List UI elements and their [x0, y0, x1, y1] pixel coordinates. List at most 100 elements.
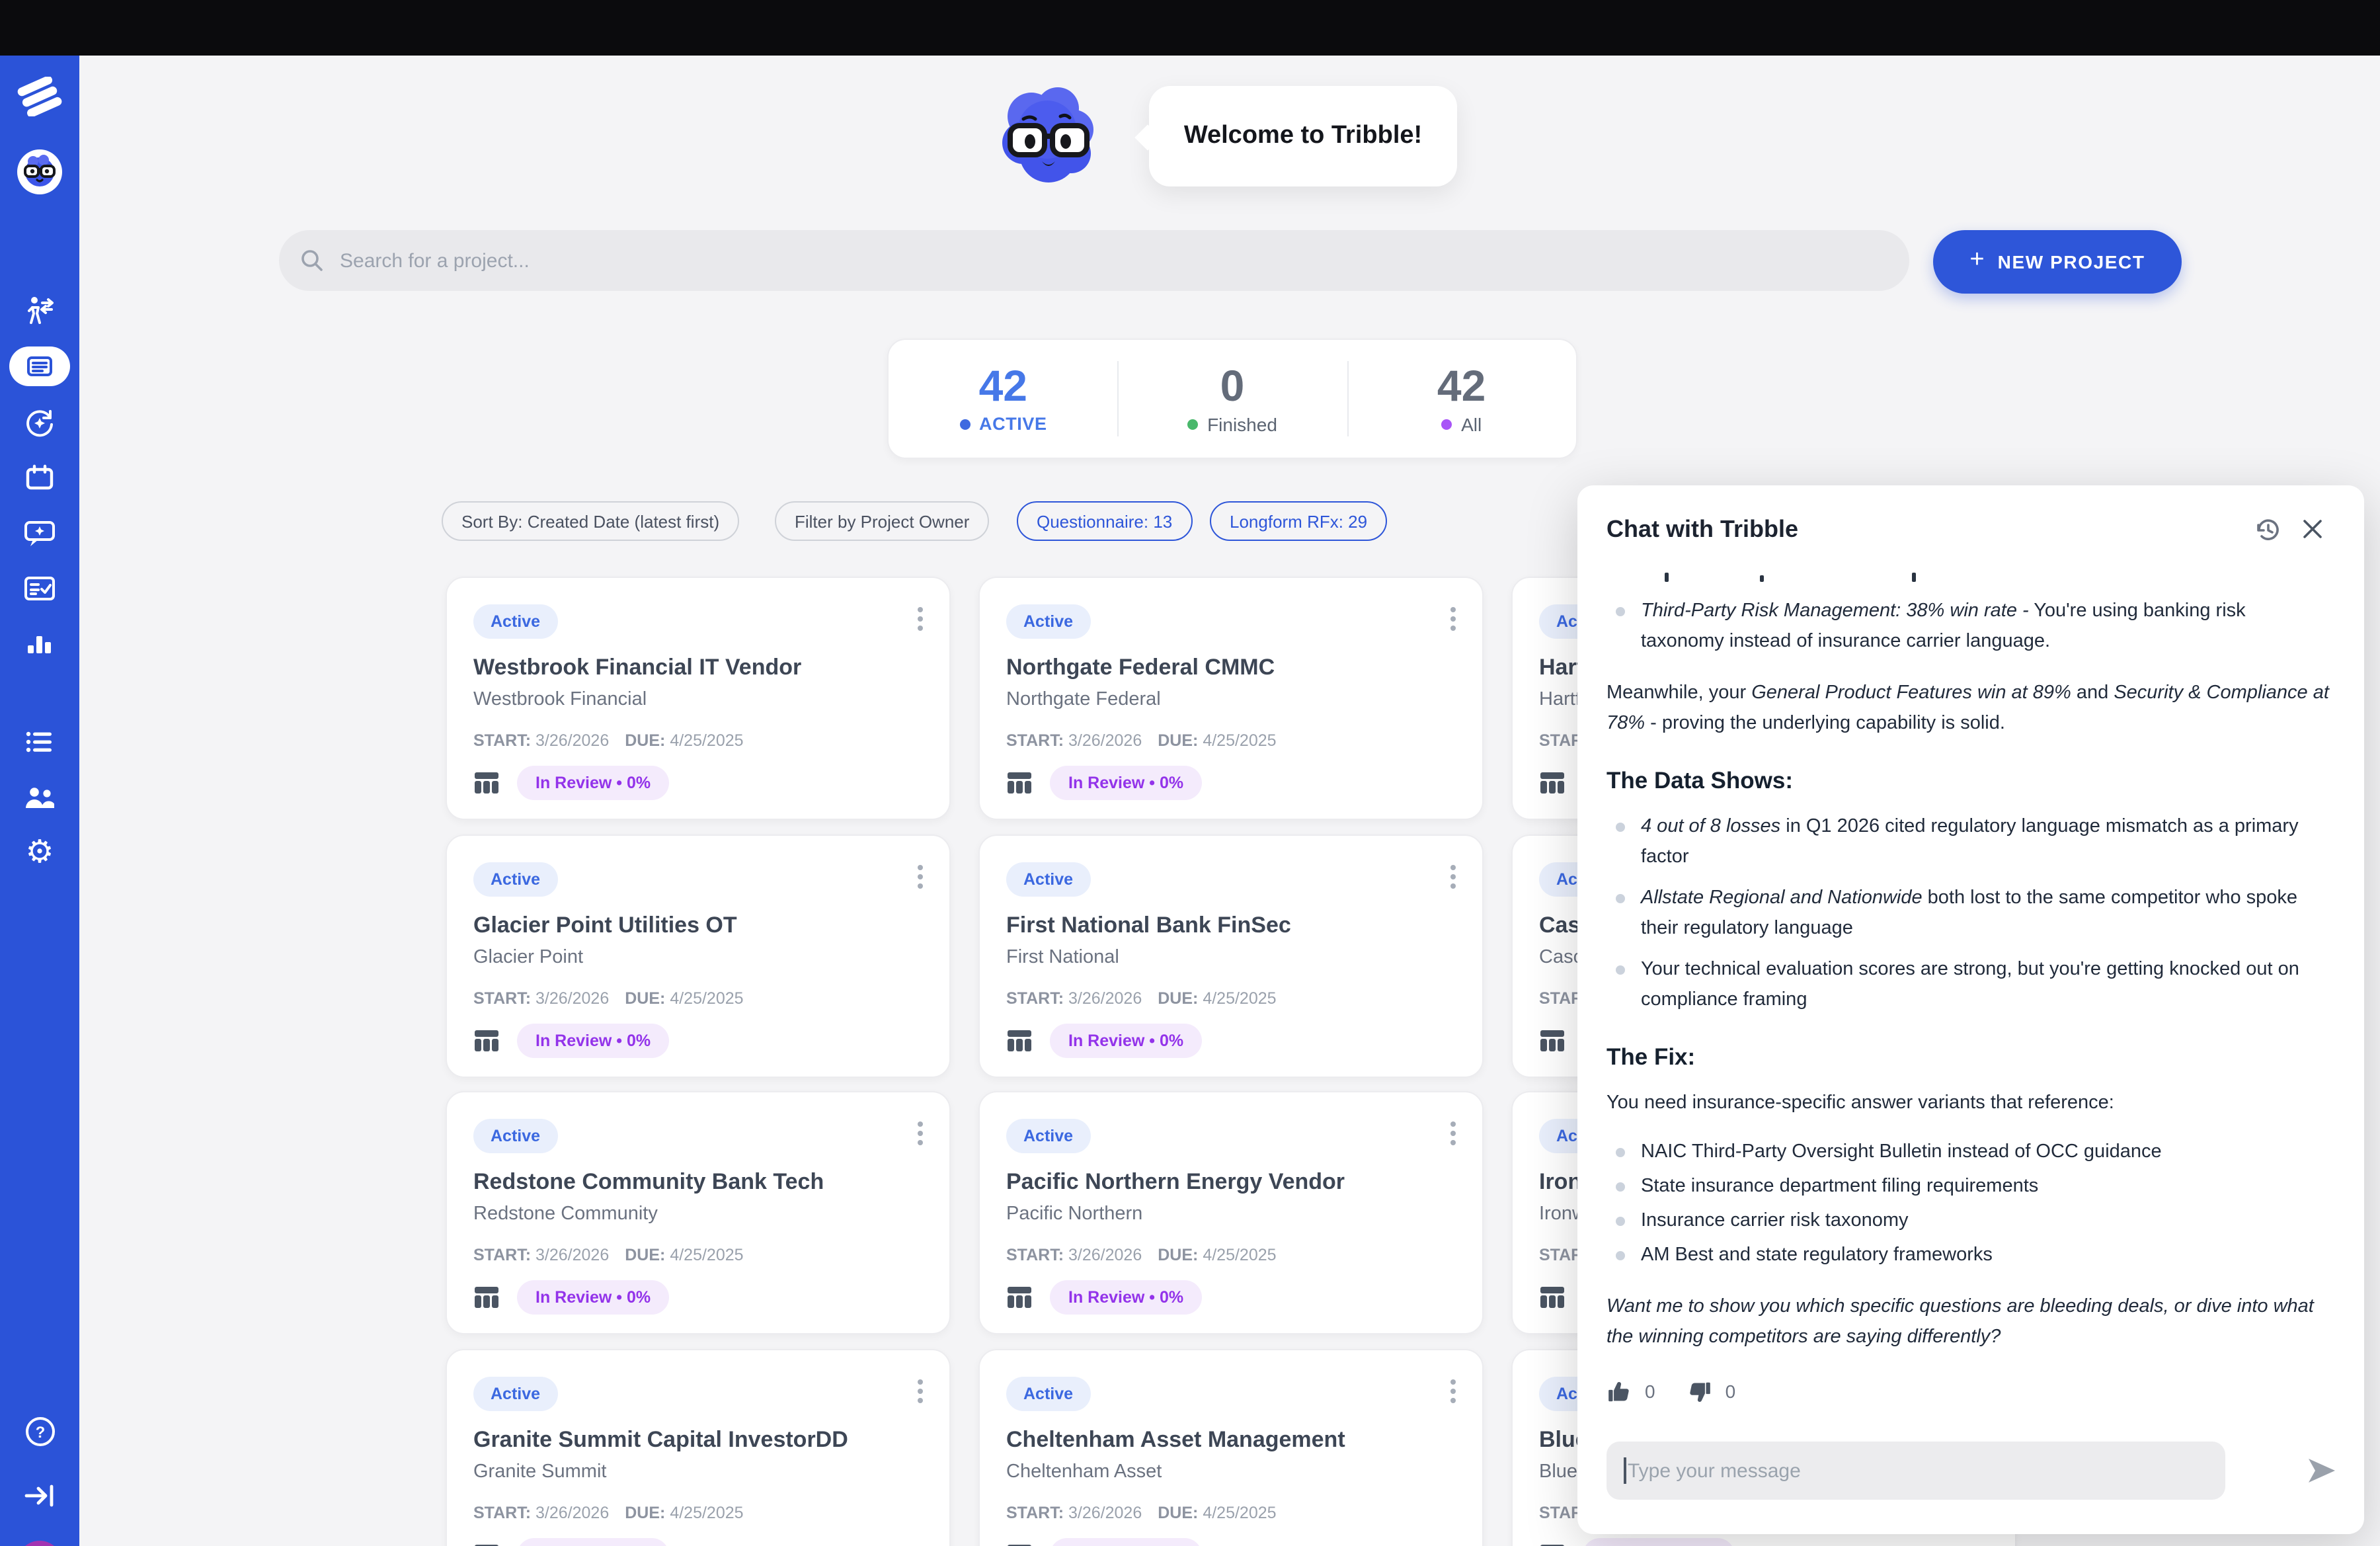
project-card[interactable]: Active Pacific Northern Energy Vendor Pa…	[978, 1091, 1484, 1334]
tribble-logo-icon[interactable]	[0, 73, 79, 120]
project-title[interactable]: First National Bank FinSec	[1006, 913, 1291, 939]
list-item: Third-Party Risk Management: 38% win rat…	[1606, 596, 2330, 657]
project-card[interactable]: Active Cheltenham Asset Management Chelt…	[978, 1349, 1484, 1546]
chat-messages[interactable]: Third-Party Risk Management: 38% win rat…	[1606, 570, 2330, 1430]
chat-message-input[interactable]	[1625, 1458, 2207, 1483]
stage-badge: In Review • 0%	[517, 1538, 669, 1546]
stage-badge: In Review • 0%	[1050, 1024, 1202, 1058]
welcome-text: Welcome to Tribble!	[1184, 122, 1422, 151]
table-icon	[1539, 771, 1566, 795]
project-title[interactable]: Cheltenham Asset Management	[1006, 1427, 1345, 1453]
project-dates: START: 3/26/2026DUE: 4/25/2025	[1006, 1246, 1277, 1264]
new-project-button[interactable]: + NEW PROJECT	[1933, 230, 2182, 294]
sort-chip[interactable]: Sort By: Created Date (latest first)	[442, 501, 739, 541]
chat-title: Chat with Tribble	[1606, 515, 2245, 543]
assistant-avatar-icon[interactable]	[0, 147, 79, 197]
project-dates: START: 3/26/2026DUE: 4/25/2025	[473, 731, 744, 750]
project-title[interactable]: Granite Summit Capital InvestorDD	[473, 1427, 848, 1453]
stat-active[interactable]: 42 ACTIVE	[889, 340, 1118, 458]
project-title[interactable]: Glacier Point Utilities OT	[473, 913, 737, 939]
project-card[interactable]: Active Glacier Point Utilities OT Glacie…	[446, 834, 951, 1078]
thumbs-down-icon[interactable]	[1687, 1379, 1712, 1404]
chat-close-icon[interactable]	[2290, 507, 2335, 551]
project-title[interactable]: Westbrook Financial IT Vendor	[473, 655, 801, 681]
stat-finished[interactable]: 0 Finished	[1118, 340, 1347, 458]
project-title[interactable]: Pacific Northern Energy Vendor	[1006, 1169, 1345, 1196]
project-card[interactable]: Active Northgate Federal CMMC Northgate …	[978, 577, 1484, 820]
table-icon	[473, 1285, 500, 1309]
project-org: Glacier Point	[473, 947, 583, 968]
analytics-icon[interactable]	[0, 627, 79, 661]
chat-history-icon[interactable]	[2245, 507, 2290, 551]
sync-icon[interactable]	[0, 406, 79, 440]
tribble-mascot	[992, 77, 1105, 193]
fix-list: NAIC Third-Party Oversight Bulletin inst…	[1606, 1137, 2330, 1271]
sidebar-item-projects[interactable]	[0, 346, 79, 386]
project-title[interactable]: Redstone Community Bank Tech	[473, 1169, 824, 1196]
kebab-menu-icon[interactable]	[912, 1116, 928, 1151]
status-badge: Active	[473, 1119, 557, 1153]
chat-sparkle-icon[interactable]	[0, 517, 79, 551]
data-list: 4 out of 8 losses in Q1 2026 cited regul…	[1606, 812, 2330, 1016]
stage-badge: In Review • 0%	[517, 1280, 669, 1315]
chat-input-wrap[interactable]	[1606, 1442, 2225, 1500]
project-dates: START: 3/26/2026DUE: 4/25/2025	[473, 1246, 744, 1264]
stage-badge: In Review • 0%	[1050, 1280, 1202, 1315]
owner-filter-chip[interactable]: Filter by Project Owner	[775, 501, 989, 541]
longform-chip[interactable]: Longform RFx: 29	[1210, 501, 1387, 541]
project-org: Granite Summit	[473, 1461, 606, 1483]
project-org: Pacific Northern	[1006, 1203, 1142, 1225]
kebab-menu-icon[interactable]	[912, 860, 928, 894]
projects-icon[interactable]	[9, 346, 70, 386]
settings-gear-icon[interactable]: ⚙	[0, 836, 79, 870]
project-search[interactable]	[279, 230, 1909, 291]
project-org: Casc	[1539, 947, 1583, 968]
table-icon	[473, 1543, 500, 1546]
kebab-menu-icon[interactable]	[1445, 1116, 1461, 1151]
table-icon	[1539, 1543, 1566, 1546]
new-project-label: NEW PROJECT	[1998, 251, 2145, 272]
questionnaire-chip[interactable]: Questionnaire: 13	[1017, 501, 1192, 541]
thumbs-up-icon[interactable]	[1606, 1379, 1632, 1404]
table-icon	[1539, 1285, 1566, 1309]
project-card[interactable]: Active Redstone Community Bank Tech Reds…	[446, 1091, 951, 1334]
kebab-menu-icon[interactable]	[1445, 860, 1461, 894]
table-icon	[1006, 1029, 1033, 1053]
project-card[interactable]: Active Granite Summit Capital InvestorDD…	[446, 1349, 951, 1546]
list-item: State insurance department filing requir…	[1606, 1172, 2330, 1202]
finished-count: 0	[1220, 363, 1245, 408]
search-input[interactable]	[337, 248, 1532, 273]
handoff-icon[interactable]	[0, 294, 79, 328]
list-item: 4 out of 8 losses in Q1 2026 cited regul…	[1606, 812, 2330, 873]
clipped-text-remnant	[1606, 570, 2330, 583]
status-badge: Active	[1006, 862, 1090, 897]
all-dot	[1441, 419, 1452, 429]
fix-intro: You need insurance-specific answer varia…	[1606, 1088, 2330, 1119]
project-title[interactable]: Northgate Federal CMMC	[1006, 655, 1275, 681]
kebab-menu-icon[interactable]	[1445, 602, 1461, 636]
kebab-menu-icon[interactable]	[1445, 1374, 1461, 1408]
send-icon[interactable]	[2303, 1452, 2340, 1489]
help-icon[interactable]: ?	[0, 1414, 79, 1448]
review-checklist-icon[interactable]	[0, 571, 79, 606]
status-badge: Active	[473, 604, 557, 639]
active-label: ACTIVE	[979, 414, 1047, 434]
list-item: Insurance carrier risk taxonomy	[1606, 1206, 2330, 1237]
active-count: 42	[979, 364, 1027, 409]
calendar-icon[interactable]	[0, 460, 79, 495]
win-rate-list: Third-Party Risk Management: 38% win rat…	[1606, 596, 2330, 657]
table-icon	[1006, 771, 1033, 795]
stage-badge: In Review • 0%	[1050, 766, 1202, 800]
thumbs-down-count: 0	[1726, 1377, 1736, 1407]
project-card[interactable]: Active First National Bank FinSec First …	[978, 834, 1484, 1078]
kebab-menu-icon[interactable]	[912, 1374, 928, 1408]
menu-list-icon[interactable]	[0, 725, 79, 759]
project-org: Cheltenham Asset	[1006, 1461, 1162, 1483]
closing-question: Want me to show you which specific quest…	[1606, 1292, 2330, 1353]
project-card[interactable]: Active Westbrook Financial IT Vendor Wes…	[446, 577, 951, 820]
user-avatar[interactable]: TK	[0, 1541, 79, 1546]
logout-icon[interactable]	[0, 1479, 79, 1513]
kebab-menu-icon[interactable]	[912, 602, 928, 636]
team-icon[interactable]	[0, 780, 79, 815]
stat-all[interactable]: 42 All	[1347, 340, 1576, 458]
